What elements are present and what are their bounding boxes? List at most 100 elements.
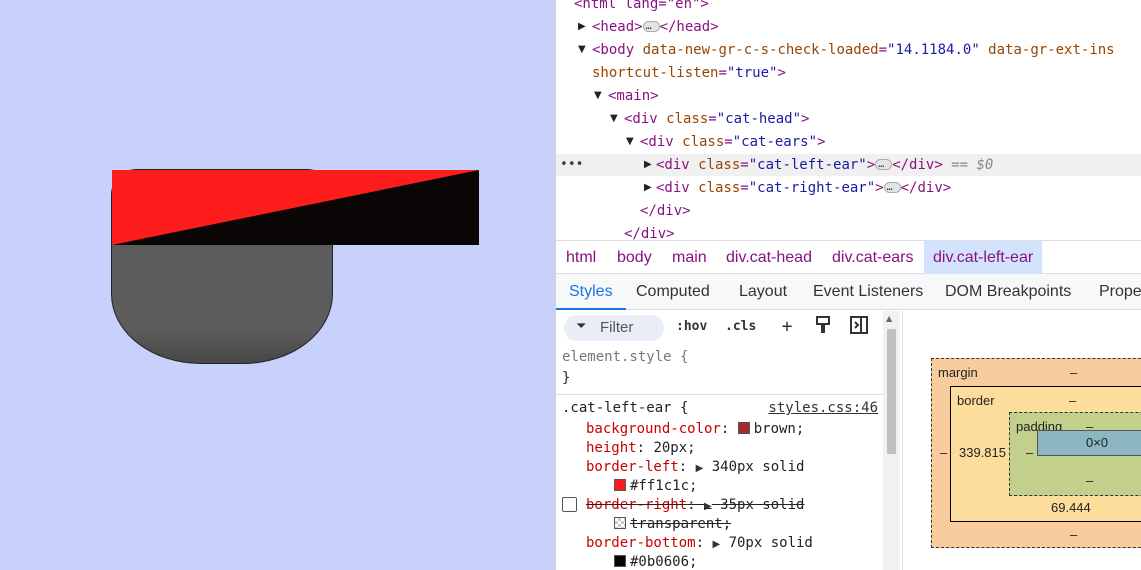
prop-border-left[interactable]: border-left: ▶ 340px solid [586, 458, 804, 477]
prop-name: height [586, 440, 637, 456]
div-open-tag: <div [640, 134, 674, 150]
prop-value: 20px; [653, 440, 696, 456]
prop-value: 70px solid [728, 535, 813, 551]
border-bottom-value: 69.444 [1051, 500, 1091, 515]
color-swatch[interactable] [614, 555, 626, 567]
rule-source-link[interactable]: styles.css:46 [768, 399, 878, 418]
tab-styles[interactable]: Styles [556, 274, 626, 310]
dom-node-cat-left-ear[interactable]: ••• ▶ <div class="cat-left-ear"></div> =… [556, 154, 1141, 176]
div-close-tag: </div> [640, 203, 691, 219]
rule-divider [556, 394, 886, 395]
prop-border-right-color[interactable]: transparent; [614, 515, 731, 534]
dom-node-cat-head-close[interactable]: </div> [556, 223, 1141, 240]
dom-node-head[interactable]: ▶ <head> </head> [556, 16, 1141, 38]
cat-right-ear-class-value: "cat-right-ear" [748, 180, 876, 196]
color-swatch[interactable] [614, 479, 626, 491]
border-left-value: 339.815 [959, 445, 1006, 460]
tab-event-listeners[interactable]: Event Listeners [813, 274, 923, 310]
collapsed-ellipsis-icon[interactable] [883, 177, 901, 199]
selected-node-marker: == $0 [951, 157, 994, 173]
dom-node-html[interactable]: <html lang="en"> [556, 0, 1141, 15]
sidebar-tabs: Styles Computed Layout Event Listeners D… [556, 274, 1141, 310]
dom-node-cat-ears-close[interactable]: </div> [556, 200, 1141, 222]
box-model-padding[interactable]: padding – – – 0×0 [1009, 412, 1141, 496]
border-label: border [957, 393, 995, 408]
prop-border-bottom-color[interactable]: #0b0606; [614, 553, 697, 570]
element-style-selector[interactable]: element.style { [562, 348, 688, 367]
expand-triangle-icon[interactable]: ▶ [578, 16, 586, 38]
breadcrumb-body[interactable]: body [608, 241, 661, 274]
collapsed-ellipsis-icon[interactable] [875, 154, 893, 176]
dom-node-main[interactable]: ▼ <main> [556, 85, 1141, 107]
prop-height[interactable]: height: 20px; [586, 439, 696, 458]
padding-left-value: – [1026, 445, 1034, 460]
main-open-tag: <main> [608, 88, 659, 104]
scrollbar-thumb[interactable] [887, 329, 896, 454]
body-open-tag: <body [592, 42, 635, 58]
expand-shorthand-icon[interactable]: ▶ [704, 501, 712, 512]
expand-shorthand-icon[interactable]: ▶ [696, 463, 704, 474]
box-model-border[interactable]: border – 339.815 69.444 padding – – – 0×… [950, 386, 1141, 522]
new-rule-icon[interactable]: + [776, 316, 798, 338]
toggle-sidebar-icon[interactable] [848, 316, 870, 338]
rule-selector[interactable]: .cat-left-ear { [562, 399, 688, 418]
div-close-tag: </div> [624, 226, 675, 240]
prop-border-bottom[interactable]: border-bottom: ▶ 70px solid [586, 534, 813, 553]
box-model-margin[interactable]: margin – – – border – 339.815 69.444 pad… [931, 358, 1141, 548]
div-open-tag: <div [656, 157, 690, 173]
filter-icon: ⏷ [576, 318, 587, 333]
dom-node-cat-head[interactable]: ▼ <div class="cat-head"> [556, 108, 1141, 130]
cat-left-ear-shape [112, 170, 479, 245]
body-attr-name-2: data-gr-ext-ins [979, 42, 1115, 58]
breadcrumb-main[interactable]: main [663, 241, 716, 274]
node-actions-ellipsis-icon[interactable]: ••• [560, 154, 583, 176]
color-swatch[interactable] [737, 422, 750, 434]
cat-head-class-value: "cat-head" [716, 111, 802, 127]
dom-node-cat-right-ear[interactable]: ▶ <div class="cat-right-ear"></div> [556, 177, 1141, 199]
border-top-value: – [1069, 393, 1077, 408]
filter-input[interactable]: ⏷ Filter [564, 315, 664, 341]
expand-triangle-icon[interactable]: ▶ [644, 177, 652, 199]
div-close-tag: </div> [900, 180, 952, 196]
collapse-triangle-icon[interactable]: ▼ [594, 85, 602, 107]
collapse-triangle-icon[interactable]: ▼ [610, 108, 618, 130]
paint-roller-icon[interactable] [812, 316, 834, 338]
breadcrumb-cat-head[interactable]: div.cat-head [717, 241, 821, 274]
prop-border-left-color[interactable]: #ff1c1c; [614, 477, 697, 496]
body-attr-value-3: "true" [726, 65, 778, 81]
page-preview [0, 0, 555, 570]
expand-triangle-icon[interactable]: ▶ [644, 154, 652, 176]
prop-value: #0b0606; [630, 554, 698, 570]
styles-scrollbar[interactable]: ▲ [883, 311, 900, 570]
prop-value: 35px solid [720, 497, 805, 513]
collapse-triangle-icon[interactable]: ▼ [578, 39, 586, 61]
margin-label: margin [938, 365, 978, 380]
prop-border-right[interactable]: border-right: ▶ 35px solid [586, 496, 804, 515]
breadcrumb-cat-ears[interactable]: div.cat-ears [823, 241, 923, 274]
disable-property-checkbox[interactable] [562, 497, 577, 512]
tab-layout[interactable]: Layout [739, 274, 787, 310]
cls-toggle[interactable]: .cls [725, 319, 756, 334]
collapsed-ellipsis-icon[interactable] [642, 16, 660, 38]
tab-properties[interactable]: Prope [1099, 274, 1141, 310]
prop-background-color[interactable]: background-color: brown; [586, 420, 804, 439]
body-attr-name-3: shortcut-listen [592, 65, 719, 81]
tab-dom-breakpoints[interactable]: DOM Breakpoints [945, 274, 1071, 310]
scroll-up-arrow-icon[interactable]: ▲ [886, 314, 892, 323]
dom-node-body[interactable]: ▼ <body data-new-gr-c-s-check-loaded="14… [556, 39, 1141, 61]
breadcrumb-html[interactable]: html [557, 241, 605, 274]
expand-shorthand-icon[interactable]: ▶ [712, 539, 720, 550]
box-model-content[interactable]: 0×0 [1037, 430, 1141, 456]
prop-name: background-color [586, 421, 721, 437]
element-style-close: } [562, 370, 571, 386]
collapse-triangle-icon[interactable]: ▼ [626, 131, 634, 153]
prop-name: border-left [586, 459, 679, 475]
div-open-tag: <div [656, 180, 690, 196]
dom-node-cat-ears[interactable]: ▼ <div class="cat-ears"> [556, 131, 1141, 153]
hov-toggle[interactable]: :hov [676, 319, 707, 334]
padding-bottom-value: – [1086, 473, 1094, 488]
color-swatch[interactable] [614, 517, 626, 529]
tab-computed[interactable]: Computed [636, 274, 710, 310]
elements-tree[interactable]: <html lang="en"> ▶ <head> </head> ▼ <body… [556, 0, 1141, 240]
breadcrumb-cat-left-ear[interactable]: div.cat-left-ear [924, 241, 1043, 274]
